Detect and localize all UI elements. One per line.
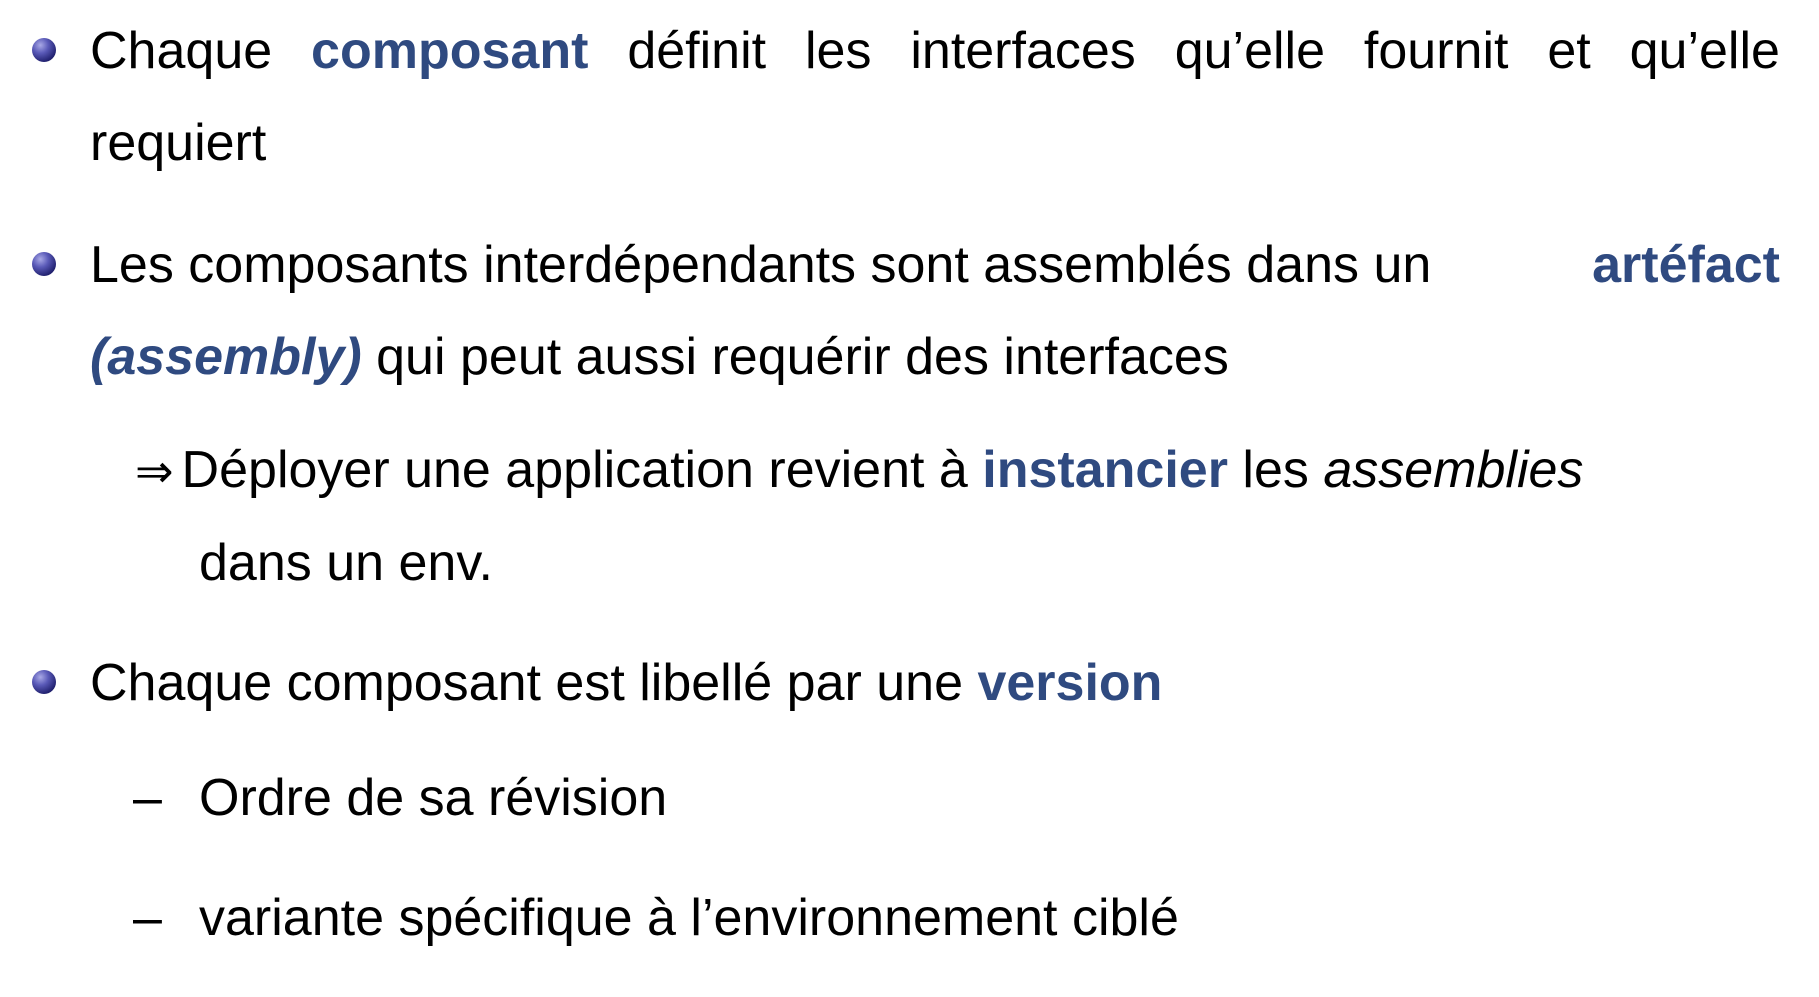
term-assemblies: assemblies [1323, 441, 1584, 499]
bullet-item-2: Les composants interdépendants sont asse… [90, 219, 1780, 403]
bullet-3-icon [32, 670, 56, 694]
term-artefact: artéfact [1592, 236, 1780, 294]
sub-item-2-dash: – [133, 889, 162, 947]
implies-arrow-icon: ⇒ [135, 444, 174, 498]
bullet-item-2-line-2: (assembly) qui peut aussi requérir des i… [90, 328, 1229, 386]
slide: Chaque composant définit les interfaces … [0, 0, 1819, 997]
term-assembly: (assembly) [90, 328, 362, 386]
implication-item: ⇒ Déployer une application revient à inst… [135, 424, 1583, 609]
bullet-item-1-line-1: Chaque composant définit les interfaces … [90, 5, 1780, 97]
bullet-item-2-line-1: Les composants interdépendants sont asse… [90, 219, 1780, 311]
implication-line-1: ⇒ Déployer une application revient à inst… [135, 424, 1583, 517]
sub-item-1: Ordre de sa révision [199, 769, 668, 827]
sub-item-1-dash: – [133, 769, 162, 827]
sub-item-2: variante spécifique à l’environnement ci… [199, 889, 1179, 947]
bullet-2-icon [32, 252, 56, 276]
term-version: version [977, 654, 1163, 712]
bullet-1-icon [32, 38, 56, 62]
bullet-item-3: Chaque composant est libellé par une ver… [90, 654, 1163, 712]
term-composant: composant [311, 22, 589, 80]
term-instancier: instancier [982, 441, 1228, 499]
bullet-item-1: Chaque composant définit les interfaces … [90, 5, 1780, 189]
implication-line-2: dans un env. [199, 534, 493, 592]
bullet-item-1-line-2: requiert [90, 114, 267, 172]
